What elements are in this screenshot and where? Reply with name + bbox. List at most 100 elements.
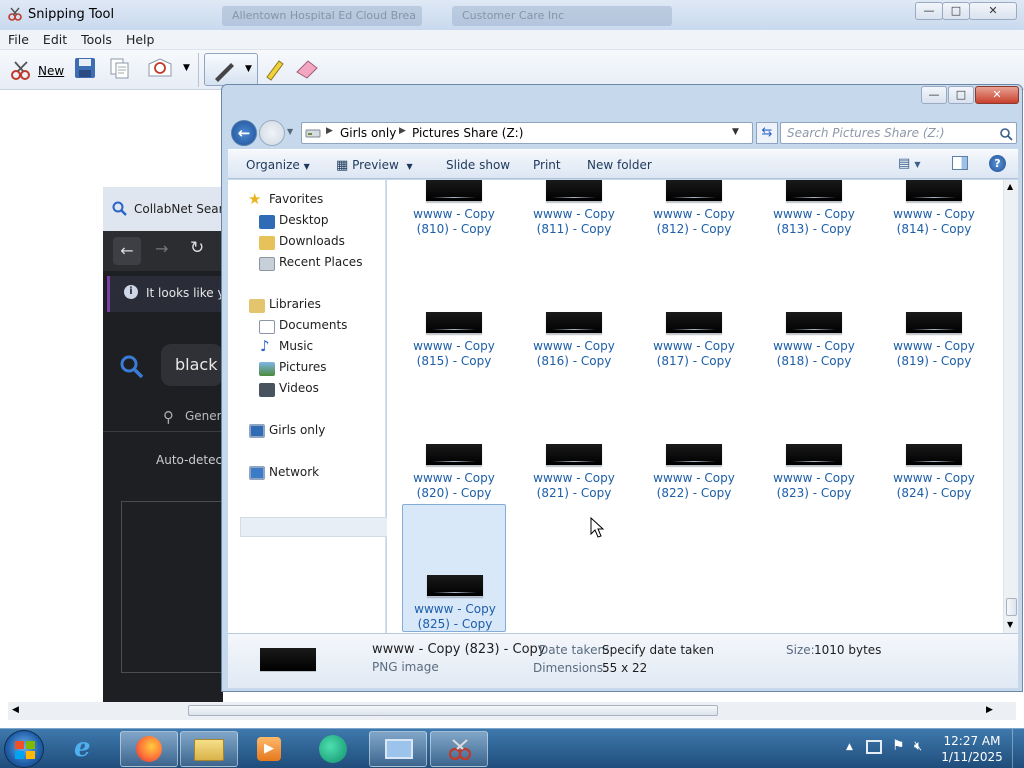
address-dropdown-icon[interactable]: ▼ (732, 127, 739, 137)
nav-videos[interactable]: Videos (279, 381, 319, 395)
minimize-button[interactable]: — (915, 2, 943, 20)
highlighter-icon[interactable] (262, 56, 288, 82)
scroll-up-icon[interactable]: ▲ (1007, 182, 1013, 191)
nav-favorites[interactable]: Favorites (269, 192, 323, 206)
category-general[interactable]: Gener (185, 409, 222, 423)
new-folder-button[interactable]: New folder (587, 158, 652, 172)
pen-button[interactable]: ▼ (204, 53, 258, 86)
nav-downloads[interactable]: Downloads (279, 234, 345, 248)
maximize-button[interactable]: □ (948, 86, 974, 104)
close-button[interactable]: ✕ (969, 2, 1017, 20)
menu-edit[interactable]: Edit (35, 30, 73, 47)
taskbar-media-player[interactable]: ▶ (240, 731, 298, 767)
browser-reload-icon[interactable]: ↻ (190, 238, 204, 258)
taskbar-remote-desktop[interactable] (369, 731, 427, 767)
pen-dropdown-icon[interactable]: ▼ (245, 64, 252, 74)
file-item[interactable]: wwww - Copy (814) - Copy (882, 180, 986, 280)
breadcrumb-separator-icon[interactable]: ▶ (399, 126, 406, 136)
taskbar-app[interactable] (305, 731, 363, 767)
file-item[interactable]: wwww - Copy (813) - Copy (762, 180, 866, 280)
nav-libraries[interactable]: Libraries (269, 297, 321, 311)
help-icon[interactable]: ? (989, 155, 1006, 172)
maximize-button[interactable]: □ (942, 2, 970, 20)
details-date-value[interactable]: Specify date taken (602, 643, 714, 657)
preview-button[interactable]: ▦ Preview ▼ (336, 158, 413, 173)
firefox-icon (136, 736, 162, 762)
menu-file[interactable]: File (0, 30, 35, 47)
address-bar[interactable]: ▶ Girls only ▶ Pictures Share (Z:) ▼ (301, 122, 753, 144)
file-item[interactable]: wwww - Copy (812) - Copy (642, 180, 746, 280)
file-item[interactable]: wwww - Copy (822) - Copy (642, 416, 746, 544)
refresh-icon[interactable]: ⇆ (756, 122, 778, 144)
send-dropdown-icon[interactable]: ▼ (183, 63, 190, 73)
scroll-right-icon[interactable]: ▶ (986, 705, 993, 715)
search-icon[interactable] (999, 127, 1013, 141)
browser-forward-icon[interactable]: → (155, 239, 168, 258)
taskbar-firefox[interactable] (120, 731, 178, 767)
nav-desktop[interactable]: Desktop (279, 213, 329, 227)
explorer-address-row: ← ▼ ▶ Girls only ▶ Pictures Share (Z:) ▼… (229, 119, 1017, 149)
nav-network[interactable]: Network (269, 465, 319, 479)
file-item-selected[interactable]: wwww - Copy (825) - Copy (402, 504, 506, 632)
start-button[interactable] (4, 730, 44, 768)
new-snip-button[interactable]: New (8, 56, 64, 84)
breadcrumb-pictures-share[interactable]: Pictures Share (Z:) (412, 126, 523, 140)
details-pane: wwww - Copy (823) - Copy PNG image Date … (228, 633, 1018, 688)
breadcrumb-separator-icon[interactable]: ▶ (326, 126, 333, 136)
recent-pages-dropdown-icon[interactable]: ▼ (287, 127, 293, 136)
vertical-scrollbar[interactable]: ▲ ▼ (1003, 180, 1018, 633)
taskbar-explorer[interactable] (180, 731, 238, 767)
menu-tools[interactable]: Tools (73, 30, 118, 47)
close-button[interactable]: ✕ (975, 86, 1019, 104)
file-item[interactable]: wwww - Copy (824) - Copy (882, 416, 986, 544)
nav-documents[interactable]: Documents (279, 318, 347, 332)
show-hidden-icons[interactable]: ▲ (846, 742, 853, 752)
minimize-button[interactable]: — (921, 86, 947, 104)
slideshow-button[interactable]: Slide show (446, 158, 510, 172)
chevron-down-icon: ▼ (303, 162, 310, 171)
file-item[interactable]: wwww - Copy (818) - Copy (762, 284, 866, 412)
file-item[interactable]: wwww - Copy (821) - Copy (522, 416, 626, 544)
browser-tab[interactable]: CollabNet SearX (103, 187, 223, 231)
system-clock[interactable]: 12:27 AM 1/11/2025 (938, 733, 1006, 765)
taskbar-snipping-tool[interactable] (430, 731, 488, 767)
menu-help[interactable]: Help (118, 30, 161, 47)
browser-back-icon[interactable]: ← (113, 237, 141, 265)
file-item[interactable]: wwww - Copy (816) - Copy (522, 284, 626, 412)
breadcrumb-girls-only[interactable]: Girls only (340, 126, 396, 140)
eraser-icon[interactable] (294, 56, 320, 82)
file-item[interactable]: wwww - Copy (815) - Copy (402, 284, 506, 412)
action-center-flag-icon[interactable]: ⚑ (892, 738, 905, 754)
view-options-icon[interactable]: ▤ ▼ (898, 156, 921, 171)
copy-icon[interactable] (108, 56, 134, 82)
file-item[interactable]: wwww - Copy (823) - Copy (762, 416, 866, 544)
scrollbar-thumb[interactable] (188, 705, 718, 716)
nav-music[interactable]: Music (279, 339, 313, 353)
nav-girls-only[interactable]: Girls only (269, 423, 325, 437)
print-button[interactable]: Print (533, 158, 561, 172)
taskbar-ie[interactable]: e (60, 731, 118, 767)
save-icon[interactable] (73, 56, 99, 82)
horizontal-scrollbar[interactable]: ◀ ▶ (8, 702, 1016, 720)
nav-pictures[interactable]: Pictures (279, 360, 327, 374)
forward-icon[interactable] (259, 120, 285, 146)
search-input[interactable]: Search Pictures Share (Z:) (780, 122, 1017, 144)
file-item[interactable]: wwww - Copy (811) - Copy (522, 180, 626, 280)
network-tray-icon[interactable] (866, 740, 882, 754)
organize-button[interactable]: Organize ▼ (246, 158, 310, 172)
back-icon[interactable]: ← (231, 120, 257, 146)
file-item[interactable]: wwww - Copy (810) - Copy (402, 180, 506, 280)
file-item[interactable]: wwww - Copy (817) - Copy (642, 284, 746, 412)
auto-detect-label[interactable]: Auto-detec (156, 453, 222, 467)
volume-muted-icon[interactable]: 🔇︎ (914, 739, 922, 754)
file-item[interactable]: wwww - Copy (819) - Copy (882, 284, 986, 412)
send-snip-icon[interactable] (146, 56, 172, 82)
show-desktop-button[interactable] (1012, 729, 1024, 768)
scroll-down-icon[interactable]: ▼ (1007, 620, 1013, 629)
nav-recent-places[interactable]: Recent Places (279, 255, 362, 269)
searx-icon (112, 201, 127, 216)
scrollbar-thumb[interactable] (1006, 598, 1017, 616)
searx-search-input[interactable]: black s (161, 344, 223, 386)
scroll-left-icon[interactable]: ◀ (12, 705, 19, 715)
preview-pane-icon[interactable] (952, 156, 968, 170)
